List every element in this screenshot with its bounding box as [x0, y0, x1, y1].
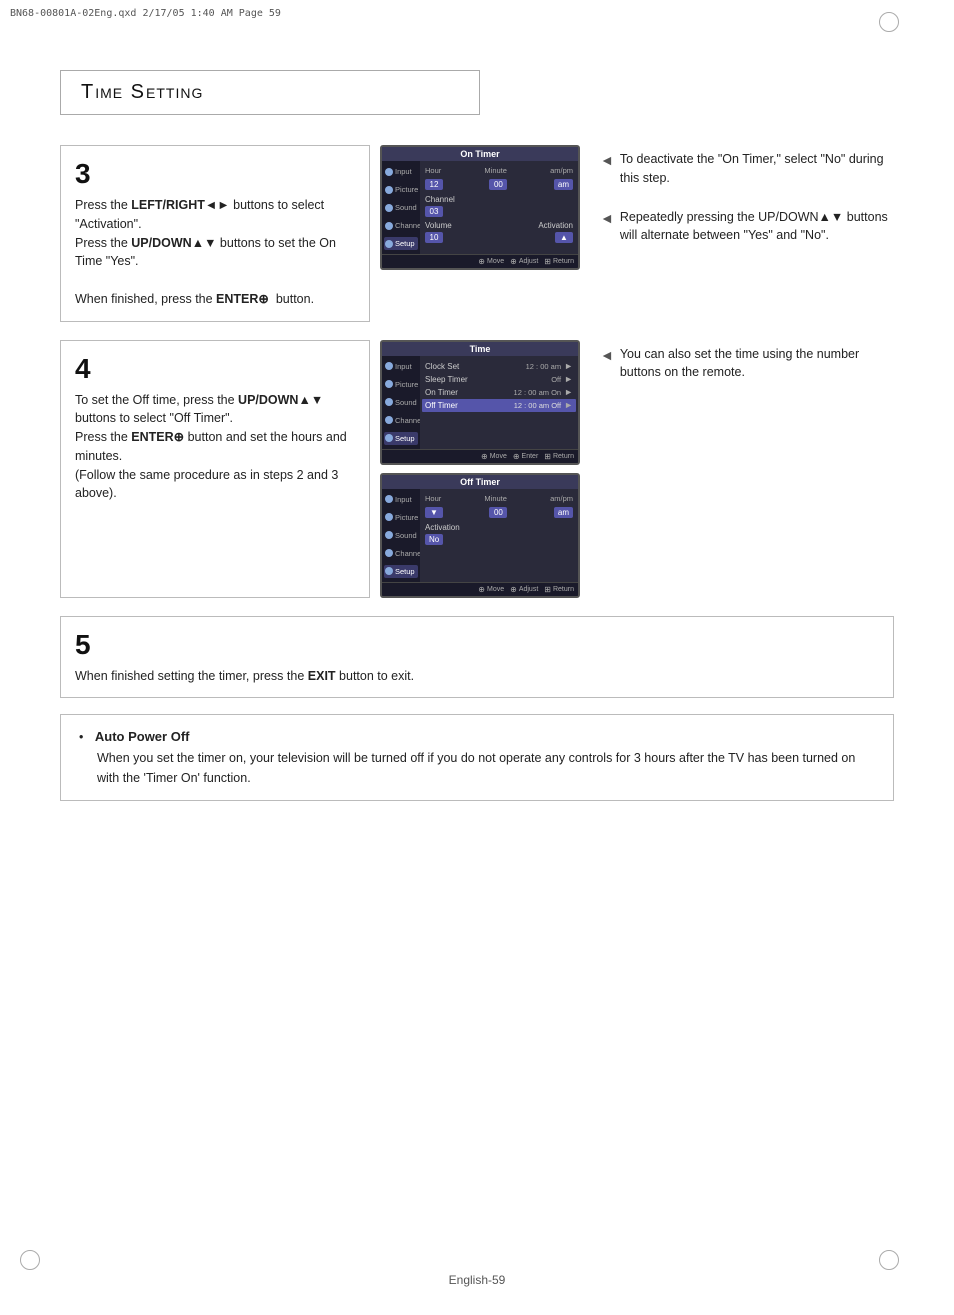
- on-timer-header: Hour Minute am/pm: [425, 165, 573, 176]
- on-timer-title: On Timer: [382, 147, 578, 161]
- sidebar-channel: Channel: [384, 219, 418, 232]
- tm-sidebar-channel: Channel: [384, 414, 418, 427]
- ot-sidebar-setup: Setup: [384, 565, 418, 578]
- on-timer-main: Hour Minute am/pm 12 00 am Channel: [420, 161, 578, 254]
- input-icon: [385, 168, 393, 176]
- step4-text: To set the Off time, press the UP/DOWN▲▼…: [75, 391, 355, 504]
- off-timer-screen: Off Timer Input Picture Sound Cha: [380, 473, 580, 598]
- picture-icon: [385, 186, 393, 194]
- step3-screens: On Timer Input Picture Sound Chan: [380, 145, 580, 322]
- note3-2: ◄ Repeatedly pressing the UP/DOWN▲▼ butt…: [600, 208, 894, 246]
- ot-sidebar-input: Input: [384, 493, 418, 506]
- off-timer-activation-label: Activation: [425, 522, 573, 533]
- tm-bottom-return: ⊞ Return: [544, 452, 574, 461]
- sidebar-setup: Setup: [384, 237, 418, 250]
- step5-number: 5: [75, 629, 879, 661]
- info-text: When you set the timer on, your televisi…: [97, 748, 875, 788]
- off-timer-main: Hour Minute am/pm ▼ 00 am Activation: [420, 489, 578, 582]
- sidebar-sound: Sound: [384, 201, 418, 214]
- ot-bottom-return: ⊞ Return: [544, 585, 574, 594]
- info-bullet: •: [79, 730, 83, 744]
- tm-sidebar-picture: Picture: [384, 378, 418, 391]
- on-timer-vol-row: Volume Activation: [425, 220, 573, 231]
- off-timer-body: Input Picture Sound Channel Setup: [382, 489, 578, 582]
- on-timer-bottom: ⊕ Move ⊕ Adjust ⊞ Return: [382, 254, 578, 268]
- page-title: TIME SETTING: [81, 81, 203, 103]
- tm-sidebar-sound: Sound: [384, 396, 418, 409]
- time-row-on: On Timer 12 : 00 am On ►: [425, 386, 573, 399]
- time-menu-screen: Time Input Picture Sound Channel: [380, 340, 580, 465]
- on-timer-channel-val: 03: [425, 205, 573, 218]
- time-row-clock: Clock Set 12 : 00 am ►: [425, 360, 573, 373]
- off-timer-bottom: ⊕ Move ⊕ Adjust ⊞ Return: [382, 582, 578, 596]
- on-timer-channel-row: Channel: [425, 194, 573, 205]
- off-timer-header: Hour Minute am/pm: [425, 493, 573, 504]
- off-timer-title: Off Timer: [382, 475, 578, 489]
- tm-sidebar-input: Input: [384, 360, 418, 373]
- step3-notes: ◄ To deactivate the "On Timer," select "…: [600, 145, 894, 322]
- reg-mark-bottom-left: [20, 1250, 40, 1270]
- footer-text: English-: [449, 1273, 492, 1287]
- time-menu-main: Clock Set 12 : 00 am ► Sleep Timer Off ►…: [420, 356, 578, 449]
- step3-section: 3 Press the LEFT/RIGHT◄► buttons to sele…: [60, 145, 894, 322]
- note4-1: ◄ You can also set the time using the nu…: [600, 345, 894, 383]
- bottom-return: ⊞ Return: [544, 257, 574, 266]
- sound-icon: [385, 204, 393, 212]
- time-row-off: Off Timer 12 : 00 am Off ►: [422, 399, 576, 412]
- step5-box: 5 When finished setting the timer, press…: [60, 616, 894, 699]
- ot-sidebar-sound: Sound: [384, 529, 418, 542]
- step3-text: Press the LEFT/RIGHT◄► buttons to select…: [75, 196, 355, 309]
- bottom-adjust: ⊕ Adjust: [510, 257, 538, 266]
- print-header-text: BN68-00801A-02Eng.qxd 2/17/05 1:40 AM Pa…: [10, 8, 281, 19]
- footer-page: 59: [492, 1273, 505, 1287]
- step4-section: 4 To set the Off time, press the UP/DOWN…: [60, 340, 894, 598]
- page-footer: English-59: [0, 1273, 954, 1287]
- ot-sidebar-channel: Channel: [384, 547, 418, 560]
- off-timer-time-row: ▼ 00 am: [425, 506, 573, 519]
- note3-1: ◄ To deactivate the "On Timer," select "…: [600, 150, 894, 188]
- on-timer-act-row: 10 ▲: [425, 231, 573, 244]
- reg-mark-bottom-right: [879, 1250, 899, 1270]
- print-header: BN68-00801A-02Eng.qxd 2/17/05 1:40 AM Pa…: [10, 8, 281, 19]
- time-row-sleep: Sleep Timer Off ►: [425, 373, 573, 386]
- ot-bottom-adjust: ⊕ Adjust: [510, 585, 538, 594]
- on-timer-body: Input Picture Sound Channel Setup: [382, 161, 578, 254]
- reg-mark-top-right: [879, 12, 899, 32]
- on-timer-time-row: 12 00 am: [425, 178, 573, 191]
- tm-bottom-move: ⊕ Move: [481, 452, 507, 461]
- sidebar-picture: Picture: [384, 183, 418, 196]
- on-timer-sidebar: Input Picture Sound Channel Setup: [382, 161, 420, 254]
- on-timer-screen: On Timer Input Picture Sound Chan: [380, 145, 580, 270]
- time-menu-bottom: ⊕ Move ⊕ Enter ⊞ Return: [382, 449, 578, 463]
- off-timer-activation-val: No: [425, 533, 573, 546]
- time-menu-body: Input Picture Sound Channel Setup: [382, 356, 578, 449]
- tm-bottom-enter: ⊕ Enter: [513, 452, 538, 461]
- title-box: TIME SETTING: [60, 70, 480, 115]
- info-title: Auto Power Off: [95, 729, 190, 744]
- step4-notes: ◄ You can also set the time using the nu…: [600, 340, 894, 598]
- ot-sidebar-picture: Picture: [384, 511, 418, 524]
- step4-number: 4: [75, 353, 355, 385]
- step3-number: 3: [75, 158, 355, 190]
- sidebar-input: Input: [384, 165, 418, 178]
- time-menu-title: Time: [382, 342, 578, 356]
- time-menu-sidebar: Input Picture Sound Channel Setup: [382, 356, 420, 449]
- tm-sidebar-setup: Setup: [384, 432, 418, 445]
- step3-box: 3 Press the LEFT/RIGHT◄► buttons to sele…: [60, 145, 370, 322]
- bottom-move: ⊕ Move: [478, 257, 504, 266]
- channel-icon: [385, 222, 393, 230]
- step4-screens: Time Input Picture Sound Channel: [380, 340, 580, 598]
- info-box: • Auto Power Off When you set the timer …: [60, 714, 894, 801]
- main-content: 3 Press the LEFT/RIGHT◄► buttons to sele…: [60, 145, 894, 817]
- step5-text: When finished setting the timer, press t…: [75, 667, 879, 686]
- setup-icon: [385, 240, 393, 248]
- off-timer-sidebar: Input Picture Sound Channel Setup: [382, 489, 420, 582]
- ot-bottom-move: ⊕ Move: [478, 585, 504, 594]
- step4-box: 4 To set the Off time, press the UP/DOWN…: [60, 340, 370, 598]
